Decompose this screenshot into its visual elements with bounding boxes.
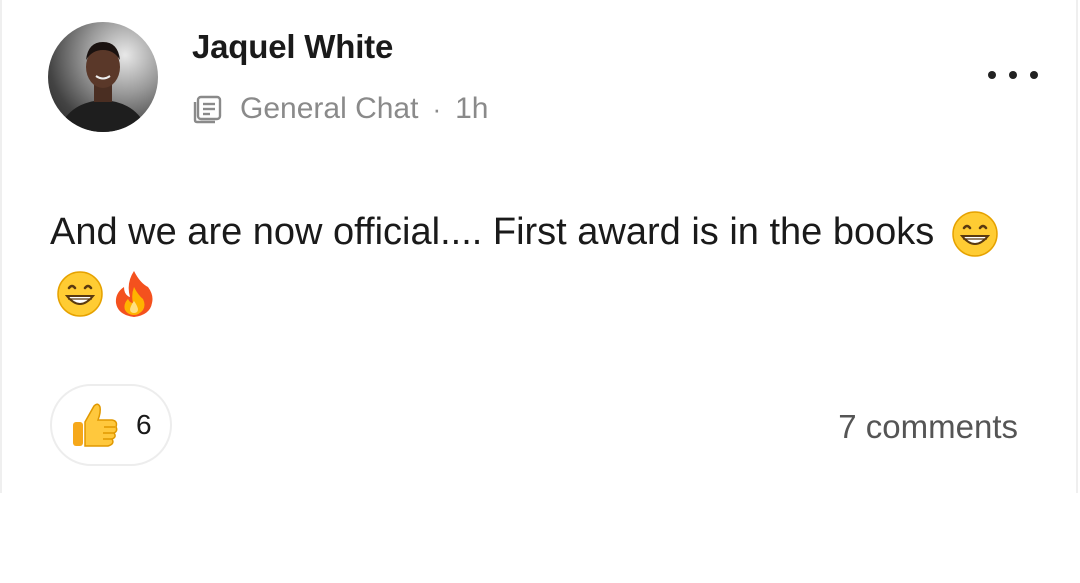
more-options-button[interactable] xyxy=(988,58,1038,92)
reaction-count: 6 xyxy=(136,409,152,440)
post-text: And we are now official.... First award … xyxy=(50,211,935,253)
like-reaction-button[interactable]: 6 xyxy=(50,384,172,466)
author-name[interactable]: Jaquel White xyxy=(192,28,393,66)
document-icon xyxy=(193,95,222,124)
more-horizontal-icon xyxy=(988,71,996,79)
channel-name[interactable]: General Chat xyxy=(240,92,418,126)
comments-link[interactable]: 7 comments xyxy=(838,408,1018,446)
grinning-face-emoji xyxy=(952,211,998,257)
post-time: 1h xyxy=(455,92,489,125)
post-card: Jaquel White General Chat · 1h And we ar… xyxy=(0,0,1078,493)
thumbs-up-icon xyxy=(73,403,118,447)
grinning-face-emoji xyxy=(57,271,103,317)
avatar[interactable] xyxy=(48,22,158,132)
meta-separator: · xyxy=(432,93,442,124)
post-body: And we are now official.... First award … xyxy=(50,202,1010,322)
fire-emoji xyxy=(115,270,153,317)
post-meta: General Chat · 1h xyxy=(192,92,488,126)
